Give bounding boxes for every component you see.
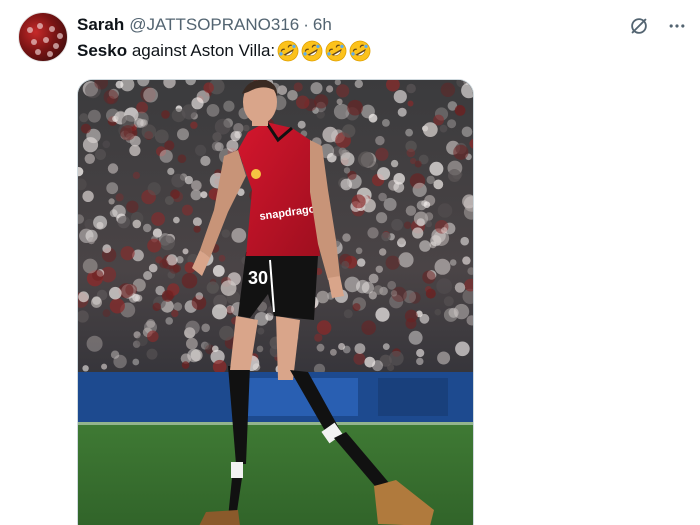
user-handle[interactable]: @JATTSOPRANO316 <box>129 15 299 35</box>
rolling-on-floor-laughing-emoji <box>277 40 299 62</box>
player-photo: 30 snapdragon <box>78 80 473 525</box>
display-name[interactable]: Sarah <box>77 15 124 35</box>
shorts-number: 30 <box>248 268 268 288</box>
tweet-text-bold: Sesko <box>77 41 128 60</box>
tweet-image[interactable]: 30 snapdragon <box>77 79 474 525</box>
tweet-header: Sarah @JATTSOPRANO316 · 6h <box>77 14 332 36</box>
rolling-on-floor-laughing-emoji <box>325 40 347 62</box>
tweet-text: Sesko against Aston Villa: <box>77 40 371 62</box>
tweet[interactable]: Sarah @JATTSOPRANO316 · 6h Sesko against… <box>0 0 700 525</box>
tweet-text-rest: against Aston Villa: <box>127 41 276 60</box>
rolling-on-floor-laughing-emoji <box>349 40 371 62</box>
grok-icon[interactable] <box>624 12 654 40</box>
emoji-group <box>277 40 371 62</box>
separator-dot: · <box>303 15 309 34</box>
avatar[interactable] <box>18 12 68 62</box>
more-options-icon[interactable] <box>662 12 692 40</box>
rolling-on-floor-laughing-emoji <box>301 40 323 62</box>
timestamp[interactable]: 6h <box>313 15 332 35</box>
header-actions <box>624 12 692 40</box>
